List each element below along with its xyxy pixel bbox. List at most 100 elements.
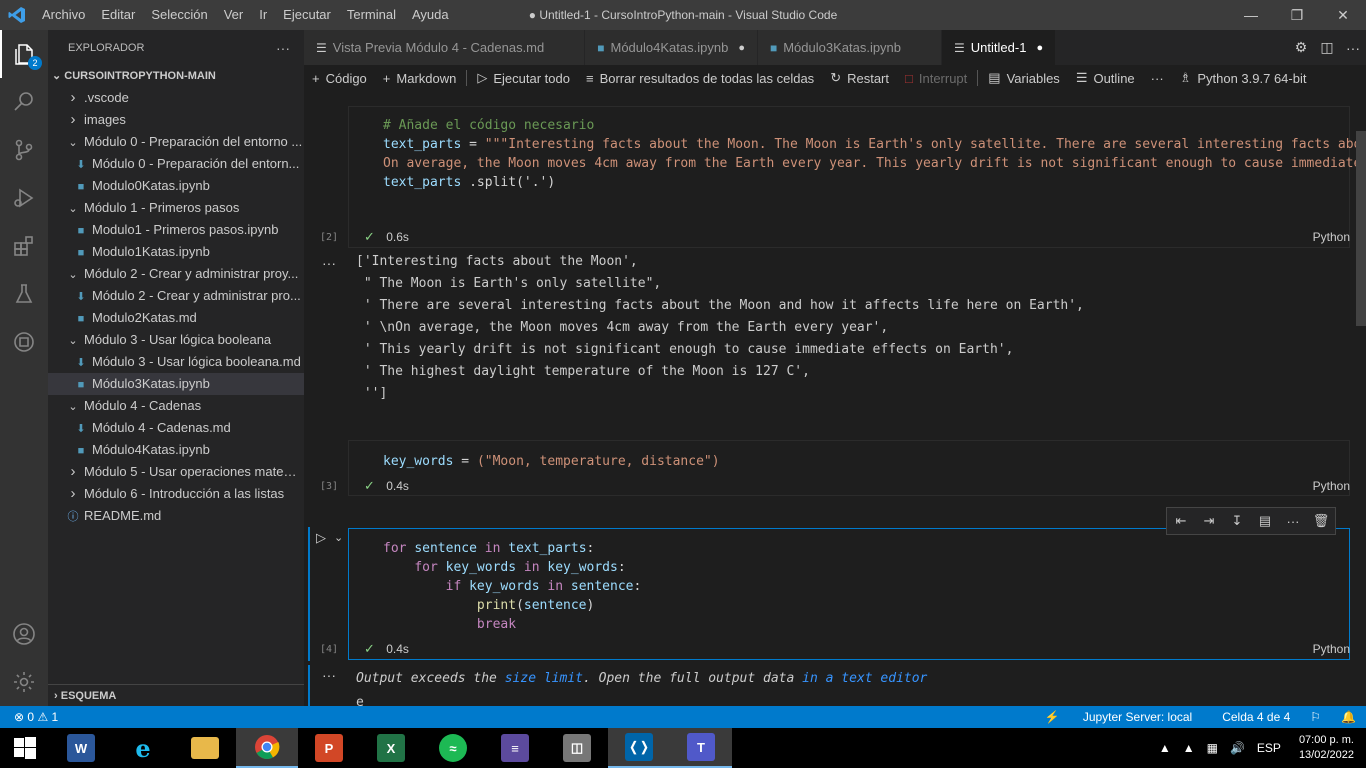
- chevron-up-icon[interactable]: ▲: [1153, 741, 1177, 755]
- more-actions-icon[interactable]: ···: [1279, 514, 1307, 529]
- add-markdown-cell-button[interactable]: + Markdown: [375, 71, 465, 86]
- gear-icon[interactable]: ⚙: [1288, 39, 1314, 56]
- menu-archivo[interactable]: Archivo: [34, 0, 93, 30]
- word-icon[interactable]: W: [50, 728, 112, 768]
- run-cell-icon[interactable]: ▷: [316, 530, 326, 546]
- run-below-icon[interactable]: ⇥: [1195, 513, 1223, 529]
- menu-ver[interactable]: Ver: [216, 0, 252, 30]
- open-in-editor-link[interactable]: in a text editor: [802, 671, 927, 686]
- cell-language[interactable]: Python: [1313, 642, 1350, 656]
- size-limit-link[interactable]: size limit: [505, 671, 583, 686]
- extensions-icon[interactable]: [0, 222, 48, 270]
- chevron-down-icon[interactable]: ⌄: [334, 531, 343, 544]
- network-app-icon[interactable]: ◫: [546, 728, 608, 768]
- split-editor-icon[interactable]: ◫: [1314, 39, 1340, 56]
- delete-icon[interactable]: 🗑: [1307, 513, 1335, 529]
- search-icon[interactable]: [0, 78, 48, 126]
- restore-icon[interactable]: ❐: [1274, 0, 1320, 30]
- menu-ir[interactable]: Ir: [251, 0, 275, 30]
- workspace-root[interactable]: ⌄ CURSOINTROPYTHON-MAIN: [48, 65, 304, 87]
- more-actions-icon[interactable]: ···: [1340, 40, 1366, 56]
- execute-below-icon[interactable]: ↧: [1223, 513, 1251, 529]
- tree-item[interactable]: ⌄ Módulo 0 - Preparación del entorno ...: [48, 131, 304, 153]
- tree-item[interactable]: ⬇ Módulo 0 - Preparación del entorn...: [48, 153, 304, 175]
- dirty-indicator-icon[interactable]: ●: [738, 42, 745, 54]
- clock[interactable]: 07:00 p. m. 13/02/2022: [1287, 733, 1366, 763]
- restart-button[interactable]: ↻ Restart: [822, 70, 897, 86]
- network-icon[interactable]: ▲: [1177, 741, 1201, 755]
- minimize-icon[interactable]: —: [1228, 0, 1274, 30]
- code-cell-2[interactable]: # Añade el código necesario text_parts =…: [348, 106, 1366, 248]
- tree-item[interactable]: ⓘ README.md: [48, 505, 304, 527]
- tree-item[interactable]: › .vscode: [48, 87, 304, 109]
- output-more-icon[interactable]: ···: [322, 255, 336, 271]
- cell-language[interactable]: Python: [1313, 479, 1350, 493]
- split-cell-icon[interactable]: ▤: [1251, 513, 1279, 529]
- spotify-icon[interactable]: ≈: [422, 728, 484, 768]
- variables-button[interactable]: ▤ Variables: [980, 70, 1068, 86]
- menu-editar[interactable]: Editar: [93, 0, 143, 30]
- tree-item[interactable]: ⬇ Módulo 4 - Cadenas.md: [48, 417, 304, 439]
- tree-item[interactable]: ■ Modulo1Katas.ipynb: [48, 241, 304, 263]
- code-cell-4[interactable]: for sentence in text_parts: for key_word…: [348, 528, 1350, 660]
- dirty-indicator-icon[interactable]: ●: [1036, 42, 1043, 54]
- tab-modulo4katas[interactable]: ■ Módulo4Katas.ipynb ●: [585, 30, 758, 65]
- add-code-cell-button[interactable]: + Código: [304, 71, 375, 86]
- output-more-icon[interactable]: ···: [322, 667, 336, 683]
- run-debug-icon[interactable]: [0, 174, 48, 222]
- remote-explorer-icon[interactable]: [0, 318, 48, 366]
- tree-item[interactable]: ■ Modulo2Katas.md: [48, 307, 304, 329]
- run-all-button[interactable]: ▷ Ejecutar todo: [469, 70, 578, 86]
- menu-terminal[interactable]: Terminal: [339, 0, 404, 30]
- tree-item[interactable]: › images: [48, 109, 304, 131]
- app-icon[interactable]: ≡: [484, 728, 546, 768]
- powerpoint-icon[interactable]: P: [298, 728, 360, 768]
- tab-modulo3katas[interactable]: ■ Módulo3Katas.ipynb: [757, 30, 943, 65]
- jupyter-server-status[interactable]: ⚡ Jupyter Server: local: [1025, 710, 1213, 724]
- feedback-icon[interactable]: ⚐: [1300, 710, 1331, 724]
- cell-code[interactable]: for sentence in text_parts: for key_word…: [383, 539, 641, 634]
- notifications-icon[interactable]: 🔔: [1331, 710, 1366, 724]
- menu-seleccion[interactable]: Selección: [143, 0, 215, 30]
- interrupt-button[interactable]: □ Interrupt: [897, 71, 975, 86]
- explorer-icon[interactable]: 2: [0, 30, 48, 78]
- menu-ayuda[interactable]: Ayuda: [404, 0, 457, 30]
- internet-explorer-icon[interactable]: e: [112, 728, 174, 768]
- excel-icon[interactable]: X: [360, 728, 422, 768]
- kernel-picker[interactable]: ♗ Python 3.9.7 64-bit: [1172, 70, 1315, 86]
- tree-item[interactable]: ⌄ Módulo 1 - Primeros pasos: [48, 197, 304, 219]
- tree-item[interactable]: ■ Módulo3Katas.ipynb: [48, 373, 304, 395]
- cell-code[interactable]: key_words = ("Moon, temperature, distanc…: [383, 452, 720, 471]
- tree-item[interactable]: › Módulo 6 - Introducción a las listas: [48, 483, 304, 505]
- outline-section[interactable]: › ESQUEMA: [48, 684, 304, 706]
- tree-item[interactable]: ⌄ Módulo 2 - Crear y administrar proy...: [48, 263, 304, 285]
- run-above-icon[interactable]: ⇤: [1167, 513, 1195, 529]
- tree-item[interactable]: ■ Modulo1 - Primeros pasos.ipynb: [48, 219, 304, 241]
- menu-ejecutar[interactable]: Ejecutar: [275, 0, 339, 30]
- tree-item[interactable]: ⌄ Módulo 3 - Usar lógica booleana: [48, 329, 304, 351]
- more-actions-icon[interactable]: ···: [276, 40, 290, 56]
- tree-item[interactable]: ■ Modulo0Katas.ipynb: [48, 175, 304, 197]
- problems-indicator[interactable]: ⊗ 0 ⚠ 1: [0, 710, 58, 724]
- cell-position[interactable]: Celda 4 de 4: [1212, 710, 1300, 724]
- cell-code[interactable]: # Añade el código necesario text_parts =…: [383, 116, 1366, 192]
- close-icon[interactable]: ✕: [1320, 0, 1366, 30]
- chrome-icon[interactable]: [236, 728, 298, 768]
- tree-item[interactable]: ⬇ Módulo 2 - Crear y administrar pro...: [48, 285, 304, 307]
- testing-icon[interactable]: [0, 270, 48, 318]
- settings-gear-icon[interactable]: [0, 658, 48, 706]
- tree-item[interactable]: ■ Módulo4Katas.ipynb: [48, 439, 304, 461]
- cell-language[interactable]: Python: [1313, 230, 1350, 244]
- tab-untitled-1[interactable]: ☰ Untitled-1 ●: [942, 30, 1057, 65]
- tree-item[interactable]: ⌄ Módulo 4 - Cadenas: [48, 395, 304, 417]
- windows-start-icon[interactable]: [0, 728, 50, 768]
- language-indicator[interactable]: ESP: [1251, 741, 1287, 755]
- file-explorer-icon[interactable]: [174, 728, 236, 768]
- tree-item[interactable]: › Módulo 5 - Usar operaciones matem...: [48, 461, 305, 483]
- source-control-icon[interactable]: [0, 126, 48, 174]
- more-actions-button[interactable]: ···: [1143, 71, 1172, 86]
- code-cell-3[interactable]: key_words = ("Moon, temperature, distanc…: [348, 440, 1350, 496]
- vscode-taskbar-icon[interactable]: ❬❭: [608, 728, 670, 768]
- tree-item[interactable]: ⬇ Módulo 3 - Usar lógica booleana.md: [48, 351, 304, 373]
- clear-outputs-button[interactable]: ≡ Borrar resultados de todas las celdas: [578, 71, 822, 86]
